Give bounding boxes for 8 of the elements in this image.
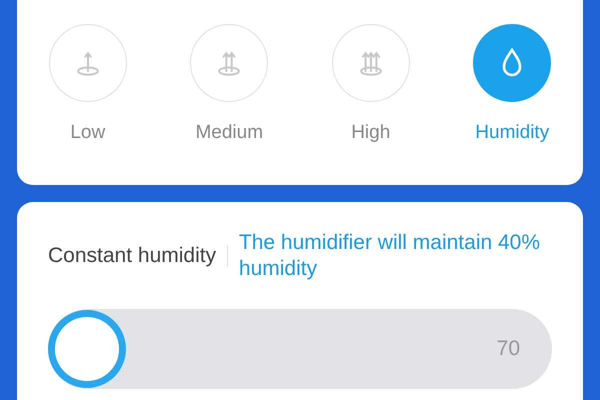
setting-title: Constant humidity	[48, 244, 216, 268]
mode-button[interactable]: Medium	[158, 0, 300, 185]
mode-button[interactable]: High	[300, 0, 442, 185]
humidity-slider[interactable]: 70	[48, 308, 552, 388]
mode-button[interactable]: Humidity	[442, 0, 583, 185]
slider-value: 70	[496, 336, 520, 360]
setting-description: The humidifier will maintain 40% humidity	[238, 230, 542, 282]
mode-button[interactable]: Low	[17, 0, 158, 185]
